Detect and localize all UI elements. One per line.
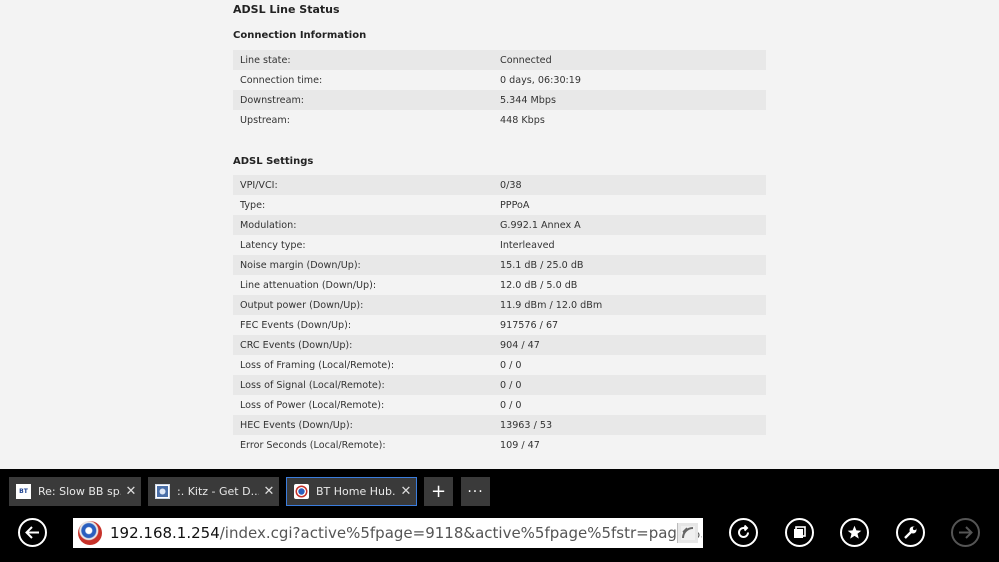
close-icon[interactable]: ✕ [396,484,416,499]
refresh-button[interactable] [729,518,758,547]
kitz-icon [155,484,170,499]
adsl-settings-table: VPI/VCI: 0/38 Type: PPPoA Modulation: G.992… [233,175,766,455]
new-tab-button[interactable]: + [424,477,453,506]
table-row: Modulation: G.992.1 Annex A [233,215,766,235]
row-label: Error Seconds (Local/Remote): [240,439,386,451]
row-value: 0 / 0 [500,399,522,411]
arrow-left-icon [25,526,39,539]
tab-bt-home-hub[interactable]: BT Home Hub... ✕ [286,477,417,506]
adsl-settings-heading: ADSL Settings [233,156,314,167]
row-value: G.992.1 Annex A [500,219,581,231]
row-label: Line state: [240,54,291,66]
table-row: Line attenuation (Down/Up): 12.0 dB / 5.0… [233,275,766,295]
address-input[interactable]: 192.168.1.254/index.cgi?active%5fpage=91… [110,524,702,542]
tools-button[interactable] [896,518,925,547]
row-label: Noise margin (Down/Up): [240,259,361,271]
table-row: Downstream: 5.344 Mbps [233,90,766,110]
connection-info-heading: Connection Information [233,30,367,41]
table-row: Loss of Signal (Local/Remote): 0 / 0 [233,375,766,395]
table-row: HEC Events (Down/Up): 13963 / 53 [233,415,766,435]
rss-feed-icon[interactable] [677,523,698,543]
row-label: Loss of Framing (Local/Remote): [240,359,395,371]
table-row: Loss of Power (Local/Remote): 0 / 0 [233,395,766,415]
site-globe-icon [78,521,102,545]
forward-button[interactable] [951,518,980,547]
row-value: 15.1 dB / 25.0 dB [500,259,584,271]
row-value: 917576 / 67 [500,319,559,331]
row-label: FEC Events (Down/Up): [240,319,352,331]
address-host: 192.168.1.254 [110,524,220,542]
row-label: VPI/VCI: [240,179,278,191]
row-value: 448 Kbps [500,114,545,126]
arrow-right-icon [959,526,973,539]
wrench-icon [904,526,917,539]
page-title: ADSL Line Status [233,3,340,16]
tab-title: :. Kitz - Get D... [177,485,259,498]
row-value: PPPoA [500,199,530,211]
row-label: Upstream: [240,114,290,126]
address-path: /index.cgi?active%5fpage=9118&active%5fp… [219,524,702,542]
tab-slow-bb[interactable]: BT Re: Slow BB sp... ✕ [9,477,141,506]
bt-globe-icon [294,484,309,499]
close-icon[interactable]: ✕ [121,484,141,499]
row-label: Latency type: [240,239,306,251]
pages-icon [794,526,806,538]
row-label: HEC Events (Down/Up): [240,419,353,431]
row-value: 11.9 dBm / 12.0 dBm [500,299,603,311]
tab-title: Re: Slow BB sp... [38,485,121,498]
table-row: Upstream: 448 Kbps [233,110,766,130]
row-value: 13963 / 53 [500,419,553,431]
row-label: CRC Events (Down/Up): [240,339,353,351]
row-label: Line attenuation (Down/Up): [240,279,377,291]
star-icon [847,525,862,539]
table-row: Error Seconds (Local/Remote): 109 / 47 [233,435,766,455]
back-button[interactable] [18,518,47,547]
table-row: VPI/VCI: 0/38 [233,175,766,195]
table-row: CRC Events (Down/Up): 904 / 47 [233,335,766,355]
browser-chrome: BT Re: Slow BB sp... ✕ :. Kitz - Get D..… [0,469,999,562]
connection-info-table: Line state: Connected Connection time: 0 d… [233,50,766,130]
table-row: Line state: Connected [233,50,766,70]
table-row: Output power (Down/Up): 11.9 dBm / 12.0 d… [233,295,766,315]
page-tools-button[interactable] [785,518,814,547]
row-value: 0 days, 06:30:19 [500,74,581,86]
tab-title: BT Home Hub... [316,485,396,498]
row-value: 109 / 47 [500,439,540,451]
row-label: Modulation: [240,219,297,231]
bt-favicon-icon: BT [16,484,31,499]
row-value: 0/38 [500,179,522,191]
table-row: Loss of Framing (Local/Remote): 0 / 0 [233,355,766,375]
tab-kitz[interactable]: :. Kitz - Get D... ✕ [148,477,279,506]
row-value: 0 / 0 [500,359,522,371]
row-label: Downstream: [240,94,305,106]
row-value: 904 / 47 [500,339,540,351]
table-row: Noise margin (Down/Up): 15.1 dB / 25.0 dB [233,255,766,275]
address-bar[interactable]: 192.168.1.254/index.cgi?active%5fpage=91… [73,518,703,548]
row-value: 5.344 Mbps [500,94,556,106]
row-label: Output power (Down/Up): [240,299,364,311]
favorites-button[interactable] [840,518,869,547]
tab-more-button[interactable]: ··· [461,477,490,506]
row-label: Connection time: [240,74,323,86]
row-label: Loss of Signal (Local/Remote): [240,379,385,391]
refresh-icon [738,525,749,538]
table-row: Type: PPPoA [233,195,766,215]
row-value: 0 / 0 [500,379,522,391]
row-label: Type: [240,199,266,211]
close-icon[interactable]: ✕ [259,484,279,499]
row-value: Connected [500,54,552,66]
page-content: ADSL Line Status Connection Information … [0,0,999,469]
row-value: Interleaved [500,239,555,251]
row-value: 12.0 dB / 5.0 dB [500,279,578,291]
table-row: Connection time: 0 days, 06:30:19 [233,70,766,90]
row-label: Loss of Power (Local/Remote): [240,399,385,411]
table-row: FEC Events (Down/Up): 917576 / 67 [233,315,766,335]
table-row: Latency type: Interleaved [233,235,766,255]
